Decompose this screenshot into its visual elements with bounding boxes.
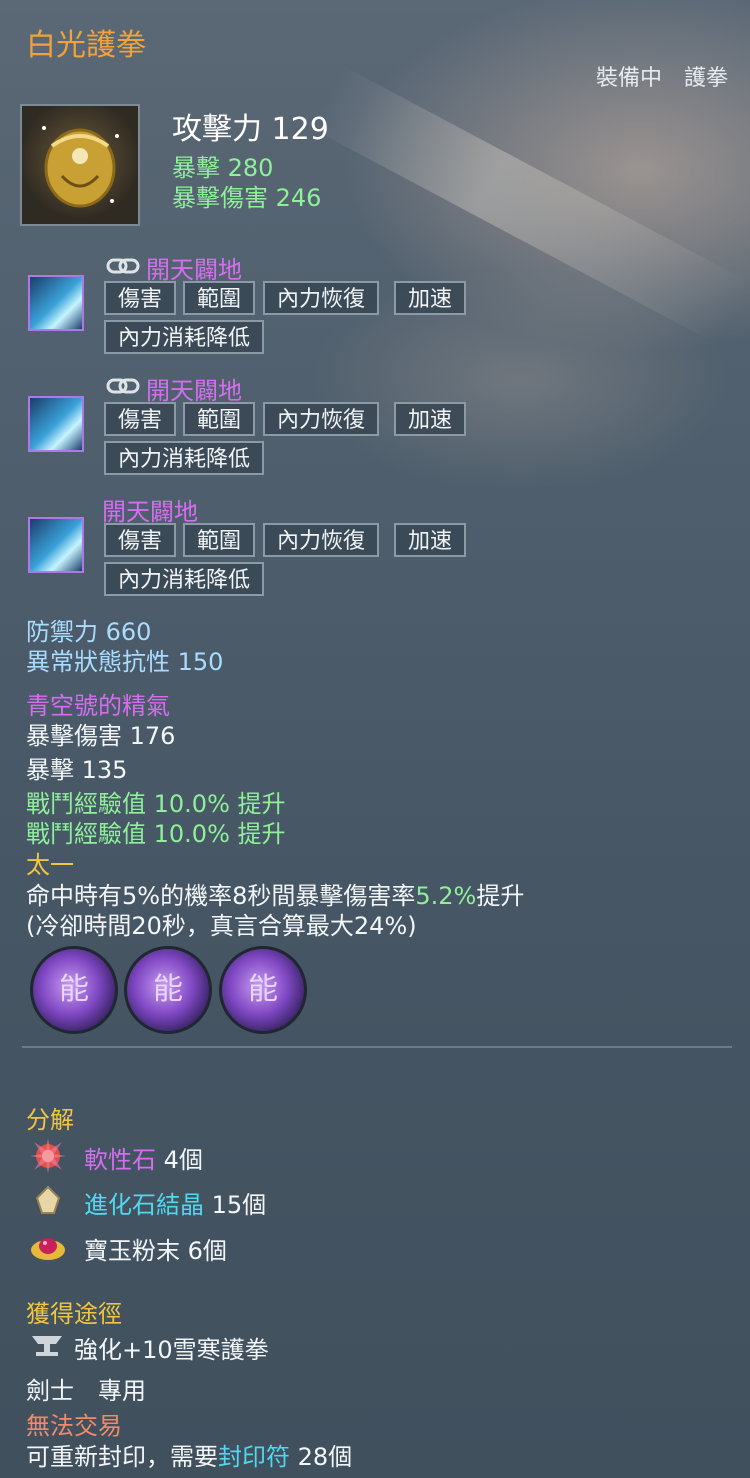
decompose-item-2-count: 15個 (211, 1191, 267, 1219)
spirit-line-1-value: 176 (129, 722, 176, 750)
tag-range: 範圍 (183, 402, 256, 436)
spirit-line-1: 暴擊傷害 176 (26, 716, 175, 751)
acquire-source: 強化+10雪寒護拳 (74, 1336, 269, 1364)
gem-glyph: 能 (153, 972, 183, 1007)
tag-damage: 傷害 (104, 402, 177, 436)
effect-desc-highlight: 5.2% (415, 882, 477, 910)
class-restriction: 劍士 專用 (26, 1377, 146, 1405)
spirit-line-2: 暴擊 135 (26, 750, 127, 785)
spirit-line-2-value: 135 (81, 756, 128, 784)
tag-mp-cost-reduce: 內力消耗降低 (104, 441, 265, 475)
untradeable-label: 無法交易 (26, 1412, 122, 1440)
tag-mp-regen: 內力恢復 (263, 523, 380, 557)
tag-speed: 加速 (394, 402, 467, 436)
tag-speed: 加速 (394, 281, 467, 315)
chain-link-icon (106, 378, 140, 394)
effect-desc-part2: 提升 (476, 882, 525, 910)
divider (22, 1046, 732, 1048)
spirit-line-4-label: 戰鬥經驗值 (26, 820, 146, 848)
decompose-item-2-name: 進化石結晶 (84, 1191, 204, 1219)
item-title: 白光護拳 (26, 28, 146, 63)
spirit-line-1-label: 暴擊傷害 (26, 722, 122, 750)
golden-gauntlet-icon[interactable] (20, 104, 140, 226)
soft-stone-icon (30, 1138, 66, 1174)
decompose-item-3-count: 6個 (187, 1237, 227, 1265)
chain-link-icon (106, 258, 140, 274)
sword-slash-skill-icon[interactable] (28, 396, 84, 452)
tag-damage: 傷害 (104, 281, 177, 315)
jade-powder-icon (31, 1238, 65, 1260)
attack-stat: 攻擊力 129 (172, 104, 329, 148)
crit-damage-label: 暴擊傷害 (172, 184, 268, 212)
reseal-count: 28個 (297, 1443, 353, 1471)
decompose-item-3-name: 寶玉粉末 (84, 1237, 180, 1265)
sword-slash-skill-icon[interactable] (28, 517, 84, 573)
attack-value: 129 (271, 112, 329, 147)
tag-range: 範圍 (183, 281, 256, 315)
purple-gem-slot-icon[interactable]: 能 (219, 946, 307, 1034)
tag-mp-cost-reduce: 內力消耗降低 (104, 320, 265, 354)
gem-glyph: 能 (248, 972, 278, 1007)
tag-speed: 加速 (394, 523, 467, 557)
decompose-item-1-count: 4個 (163, 1146, 203, 1174)
crit-damage-stat: 暴擊傷害 246 (172, 178, 321, 213)
decompose-item-2: 進化石結晶 15個 (84, 1185, 266, 1220)
attack-label: 攻擊力 (172, 112, 262, 147)
resistance-label: 異常狀態抗性 (26, 648, 170, 676)
skill-name-3: 開天闢地 (102, 498, 198, 526)
spirit-line-4-value: 10.0% (153, 820, 230, 848)
decompose-item-3: 寶玉粉末 6個 (84, 1231, 227, 1266)
tag-mp-regen: 內力恢復 (263, 281, 380, 315)
tag-range: 範圍 (183, 523, 256, 557)
tag-mp-regen: 內力恢復 (263, 402, 380, 436)
crit-damage-value: 246 (275, 184, 322, 212)
tag-damage: 傷害 (104, 523, 177, 557)
decompose-item-1-name: 軟性石 (84, 1146, 156, 1174)
skill-name-2: 開天闢地 (146, 377, 242, 405)
resistance-stat: 異常狀態抗性 150 (26, 642, 223, 677)
reseal-prefix: 可重新封印，需要 (26, 1443, 218, 1471)
equipped-status: 裝備中 護拳 (595, 66, 728, 91)
reseal-info: 可重新封印，需要封印符 28個 (26, 1437, 352, 1472)
spirit-line-2-label: 暴擊 (26, 756, 74, 784)
decompose-item-1: 軟性石 4個 (84, 1140, 203, 1175)
resistance-value: 150 (177, 648, 224, 676)
sword-slash-skill-icon[interactable] (28, 275, 84, 331)
skill-name-1: 開天闢地 (146, 256, 242, 284)
acquire-title: 獲得途徑 (26, 1300, 122, 1328)
reseal-item: 封印符 (218, 1443, 290, 1471)
gem-glyph: 能 (59, 972, 89, 1007)
purple-gem-slot-icon[interactable]: 能 (30, 946, 118, 1034)
purple-gem-slot-icon[interactable]: 能 (124, 946, 212, 1034)
anvil-icon (32, 1336, 62, 1356)
effect-title: 太一 (26, 851, 74, 879)
decompose-title: 分解 (26, 1106, 74, 1134)
effect-cooldown: (冷卻時間20秒，真言合算最大24%) (26, 912, 417, 940)
spirit-line-4: 戰鬥經驗值 10.0% 提升 (26, 814, 286, 849)
evolution-crystal-icon (35, 1185, 61, 1214)
tag-mp-cost-reduce: 內力消耗降低 (104, 562, 265, 596)
spirit-line-4-suffix: 提升 (237, 820, 286, 848)
